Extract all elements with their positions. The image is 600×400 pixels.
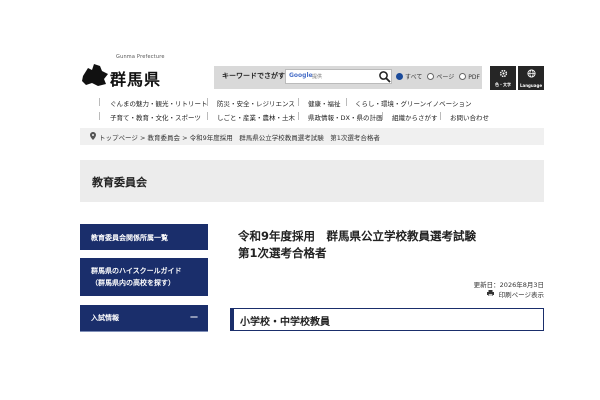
nav-separator — [346, 98, 347, 106]
nav-separator — [207, 112, 208, 120]
radio-all-label: すべて — [405, 74, 423, 81]
print-link[interactable]: 印刷ページ表示 — [470, 289, 544, 299]
language-button[interactable]: Language — [518, 66, 544, 90]
nav-item-contact[interactable]: お問い合わせ — [450, 112, 489, 122]
gunma-logo-icon[interactable] — [80, 62, 110, 88]
color-text-label: 色・文字 — [495, 82, 511, 87]
collapse-toggle-icon[interactable]: — — [190, 312, 198, 321]
nav-item-government[interactable]: 県政情報・DX・県の計画 — [308, 112, 382, 122]
radio-page-label: ページ — [436, 74, 455, 81]
section-heading-text: 小学校・中学校教員 — [240, 317, 330, 328]
page-title-line1: 令和9年度採用 群馬県公立学校教員選考試験 — [238, 229, 476, 243]
breadcrumb-home[interactable]: トップページ — [99, 134, 138, 142]
logo-subtitle: Gunma Prefecture — [116, 54, 165, 60]
radio-icon — [459, 72, 467, 80]
section-title: 教育委員会 — [92, 176, 147, 189]
search-label: キーワードでさがす — [222, 72, 285, 80]
sidebar-item-admissions[interactable]: 入試情報 — — [80, 305, 208, 332]
nav-item-education[interactable]: 子育て・教育・文化・スポーツ — [110, 112, 201, 122]
sidebar-item-org-list[interactable]: 教育委員会関係所属一覧 — [80, 224, 208, 250]
nav-separator — [298, 98, 299, 106]
nav-item-organization[interactable]: 組織からさがす — [392, 112, 438, 122]
section-heading: 小学校・中学校教員 — [230, 308, 544, 331]
radio-selected-icon — [396, 73, 403, 80]
radio-pdf-label: PDF — [468, 73, 480, 81]
search-placeholder: 提供 — [312, 74, 323, 80]
radio-page[interactable]: ページ — [427, 72, 454, 81]
updated-date: 更新日：2026年8月3日 — [473, 281, 544, 289]
nav-separator — [382, 112, 383, 120]
radio-icon — [427, 73, 435, 80]
sidebar-item-label: 入試情報 — [91, 314, 119, 322]
nav-item-safety[interactable]: 防災・安全・レジリエンス — [217, 98, 295, 108]
search-icon[interactable] — [378, 70, 392, 84]
breadcrumb: トップページ > 教育委員会 > 令和9年度採用 群馬県公立学校教員選考試験 第… — [99, 132, 380, 142]
nav-separator — [99, 112, 100, 120]
nav-item-attractions[interactable]: ぐんまの魅力・観光・リトリート — [110, 98, 208, 108]
breadcrumb-current: 令和9年度採用 群馬県公立学校教員選考試験 第1次選考合格者 — [189, 134, 380, 142]
nav-item-industry[interactable]: しごと・産業・農林・土木 — [217, 112, 295, 122]
nav-item-health[interactable]: 健康・福祉 — [308, 98, 341, 108]
nav-separator — [99, 98, 100, 106]
radio-pdf[interactable]: PDF — [459, 72, 480, 81]
nav-separator — [207, 98, 208, 106]
search-scope-radios: すべて ページ PDF — [396, 72, 480, 81]
radio-all[interactable]: すべて — [396, 72, 422, 81]
google-logo: Google — [289, 72, 313, 79]
page-title: 令和9年度採用 群馬県公立学校教員選考試験 第1次選考合格者 — [238, 228, 476, 262]
breadcrumb-separator: > — [182, 134, 188, 142]
sidebar-item-sublabel: （群馬県内の高校を探す） — [91, 279, 175, 287]
gear-icon — [499, 69, 508, 78]
nav-separator — [440, 112, 441, 120]
language-label: Language — [519, 83, 543, 88]
location-pin-icon — [90, 132, 96, 140]
nav-separator — [298, 112, 299, 120]
breadcrumb-separator: > — [139, 134, 146, 142]
sidebar-item-label: 教育委員会関係所属一覧 — [91, 234, 168, 242]
breadcrumb-education-board[interactable]: 教育委員会 — [147, 134, 180, 142]
globe-icon — [527, 69, 536, 78]
sidebar-item-label: 群馬県のハイスクールガイド — [91, 267, 182, 275]
page-title-line2: 第1次選考合格者 — [238, 246, 327, 260]
sidebar-divider — [80, 331, 208, 332]
sidebar-item-highschool-guide[interactable]: 群馬県のハイスクールガイド （群馬県内の高校を探す） — [80, 258, 208, 296]
nav-item-living[interactable]: くらし・環境・グリーンイノベーション — [355, 98, 472, 108]
color-text-button[interactable]: 色・文字 — [490, 66, 516, 90]
site-logo-text[interactable]: 群馬県 — [110, 66, 161, 90]
section-banner — [80, 160, 544, 202]
